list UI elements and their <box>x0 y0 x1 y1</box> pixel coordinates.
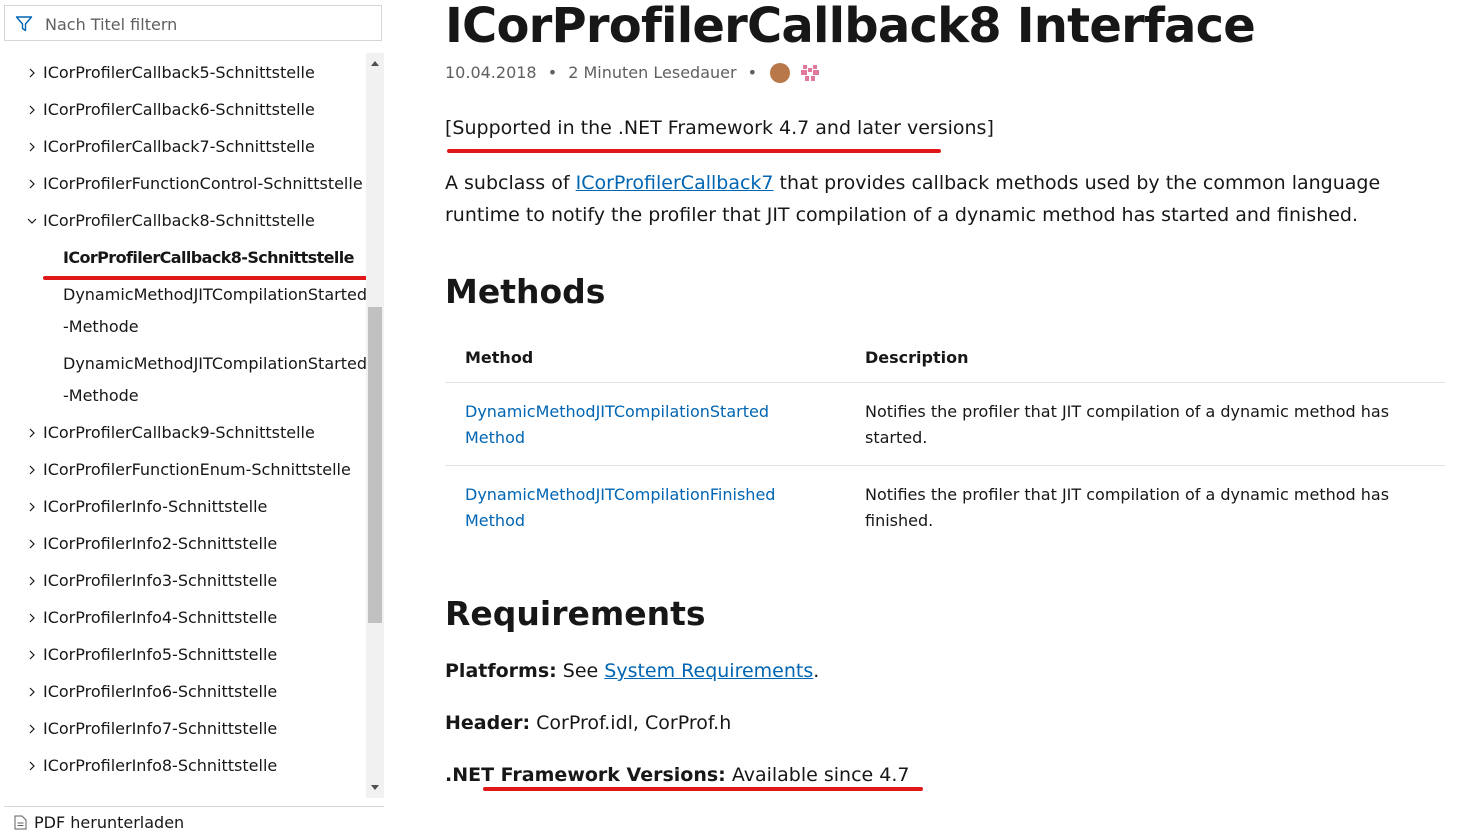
header-label: Header: <box>445 712 531 734</box>
chevron-right-icon <box>29 539 35 549</box>
annotation-underline-toc <box>43 276 369 280</box>
intro-prefix: A subclass of <box>445 172 576 194</box>
method-cell: DynamicMethodJITCompilationStarted Metho… <box>445 382 845 466</box>
article-date: 10.04.2018 <box>445 63 537 82</box>
pdf-document-icon <box>14 815 27 830</box>
page-title: ICorProfilerCallback8 Interface <box>445 0 1256 54</box>
chevron-right-icon <box>29 576 35 586</box>
intro-link-callback7[interactable]: ICorProfilerCallback7 <box>576 172 774 194</box>
meta-separator: • <box>747 63 758 82</box>
sidebar-divider <box>4 806 384 807</box>
toc-item-label: DynamicMethodJITCompilationStarted -Meth… <box>63 354 366 405</box>
platforms-prefix: See <box>556 660 605 682</box>
scroll-up-arrow-icon[interactable] <box>370 59 380 69</box>
chevron-right-icon <box>29 502 35 512</box>
description-cell: Notifies the profiler that JIT compilati… <box>845 382 1445 466</box>
toc-item-method-started[interactable]: DynamicMethodJITCompilationStarted -Meth… <box>0 279 366 343</box>
toc-item-label: ICorProfilerCallback6-Schnittstelle <box>43 100 315 119</box>
requirement-platforms: Platforms: See System Requirements. <box>445 660 819 682</box>
toc-item-label: ICorProfilerCallback8-Schnittstelle <box>63 248 355 267</box>
table-row: DynamicMethodJITCompilationStarted Metho… <box>445 382 1445 466</box>
supported-version-note: [Supported in the .NET Framework 4.7 and… <box>445 117 994 139</box>
methods-heading: Methods <box>445 272 606 311</box>
method-cell: DynamicMethodJITCompilationFinished Meth… <box>445 466 845 549</box>
toc-item-label: ICorProfilerCallback5-Schnittstelle <box>43 63 315 82</box>
toc-filter-input[interactable] <box>43 9 377 39</box>
toc-item-label: DynamicMethodJITCompilationStarted -Meth… <box>63 285 366 336</box>
table-row: DynamicMethodJITCompilationFinished Meth… <box>445 466 1445 549</box>
scroll-down-arrow-icon[interactable] <box>370 782 380 792</box>
requirement-header: Header: CorProf.idl, CorProf.h <box>445 712 731 734</box>
header-value: CorProf.idl, CorProf.h <box>530 712 732 734</box>
toc-filter <box>4 5 382 41</box>
toc-item-label: ICorProfilerInfo6-Schnittstelle <box>43 682 278 701</box>
toc-item-label: ICorProfilerCallback8-Schnittstelle <box>43 211 315 230</box>
chevron-right-icon <box>29 428 35 438</box>
chevron-right-icon <box>29 761 35 771</box>
column-header-description: Description <box>845 332 1445 383</box>
annotation-underline-supported <box>447 149 941 153</box>
description-cell: Notifies the profiler that JIT compilati… <box>865 485 1390 530</box>
chevron-right-icon <box>29 687 35 697</box>
platforms-suffix: . <box>813 660 820 682</box>
read-time: 2 Minuten Lesedauer <box>568 63 737 82</box>
download-pdf-label: PDF herunterladen <box>34 813 185 832</box>
intro-paragraph: A subclass of ICorProfilerCallback7 that… <box>445 167 1445 231</box>
download-pdf-link[interactable]: PDF herunterladen <box>14 813 184 832</box>
chevron-right-icon <box>29 724 35 734</box>
chevron-right-icon <box>29 105 35 115</box>
scrollbar-thumb[interactable] <box>368 307 382 623</box>
method-link-finished[interactable]: DynamicMethodJITCompilationFinished Meth… <box>465 485 775 530</box>
method-link-started[interactable]: DynamicMethodJITCompilationStarted Metho… <box>465 402 769 447</box>
toc-item-label: ICorProfilerInfo2-Schnittstelle <box>43 534 278 553</box>
chevron-right-icon <box>29 68 35 78</box>
article-metadata: 10.04.2018 • 2 Minuten Lesedauer • <box>445 63 820 83</box>
contributor-avatar[interactable] <box>770 63 791 83</box>
toc-tree: ICorProfilerCallback5-Schnittstelle ICor… <box>0 53 366 798</box>
toc-item-label: ICorProfilerInfo3-Schnittstelle <box>43 571 278 590</box>
chevron-right-icon <box>29 613 35 623</box>
chevron-right-icon <box>29 650 35 660</box>
toc-item-label: ICorProfilerInfo5-Schnittstelle <box>43 645 278 664</box>
toc-item-label: ICorProfilerFunctionControl-Schnittstell… <box>43 174 363 193</box>
toc-item-label: ICorProfilerInfo8-Schnittstelle <box>43 756 278 775</box>
system-requirements-link[interactable]: System Requirements <box>604 660 813 682</box>
platforms-label: Platforms: <box>445 660 557 682</box>
netfx-label: .NET Framework Versions: <box>445 764 726 786</box>
chevron-down-icon <box>27 218 37 224</box>
toc-item-label: ICorProfilerCallback7-Schnittstelle <box>43 137 315 156</box>
toc-scrollbar[interactable] <box>366 53 384 798</box>
toc-item-label: ICorProfilerFunctionEnum-Schnittstelle <box>43 460 351 479</box>
toc-item-method-finished[interactable]: DynamicMethodJITCompilationStarted -Meth… <box>0 348 366 412</box>
chevron-right-icon <box>29 465 35 475</box>
requirement-netfx-versions: .NET Framework Versions: Available since… <box>445 764 909 786</box>
chevron-right-icon <box>29 142 35 152</box>
methods-table: Method Description DynamicMethodJITCompi… <box>445 332 1445 548</box>
table-header-row: Method Description <box>445 332 1445 383</box>
meta-separator: • <box>547 63 558 82</box>
contributor-avatar-identicon[interactable] <box>800 63 820 83</box>
requirements-heading: Requirements <box>445 594 706 633</box>
toc-item-label: ICorProfilerInfo7-Schnittstelle <box>43 719 278 738</box>
annotation-underline-netfx <box>483 787 923 791</box>
toc-item-label: ICorProfilerInfo4-Schnittstelle <box>43 608 278 627</box>
column-header-method: Method <box>445 332 845 383</box>
filter-icon <box>15 16 33 32</box>
toc-item-label: ICorProfilerInfo-Schnittstelle <box>43 497 268 516</box>
netfx-value: Available since 4.7 <box>725 764 910 786</box>
toc-item-label: ICorProfilerCallback9-Schnittstelle <box>43 423 315 442</box>
chevron-right-icon <box>29 179 35 189</box>
